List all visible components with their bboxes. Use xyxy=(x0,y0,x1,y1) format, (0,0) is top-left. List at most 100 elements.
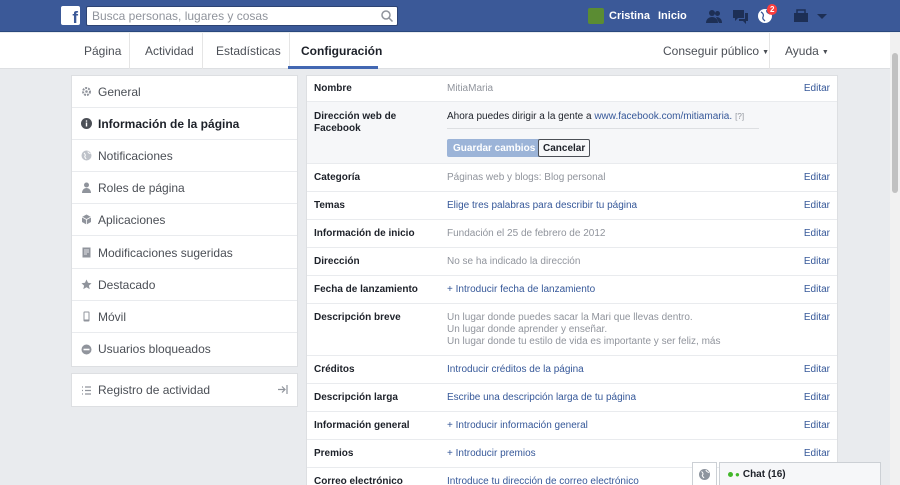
user-name: Cristina xyxy=(609,10,650,22)
tab-divider xyxy=(129,33,130,69)
row-nombre: Nombre MitiaMaria Editar xyxy=(307,76,837,102)
document-icon xyxy=(81,247,92,258)
sidebar-item-notifications[interactable]: Notificaciones xyxy=(72,140,297,172)
sidebar-item-label: Destacado xyxy=(98,277,156,292)
tab-estadisticas[interactable]: Estadísticas xyxy=(216,44,281,58)
search-input[interactable] xyxy=(87,7,372,25)
edit-link[interactable]: Editar xyxy=(804,448,830,459)
edit-link[interactable]: Editar xyxy=(804,172,830,183)
chat-label: Chat (16) xyxy=(742,468,786,480)
home-link[interactable]: Inicio xyxy=(658,10,687,22)
sidebar-item-page-roles[interactable]: Roles de página xyxy=(72,172,297,204)
account-menu-chevron-icon[interactable] xyxy=(813,7,831,25)
edit-link[interactable]: Editar xyxy=(804,83,830,94)
globe-icon xyxy=(699,468,710,480)
edit-link[interactable]: Editar xyxy=(804,312,830,323)
privacy-shortcuts-icon[interactable] xyxy=(792,7,810,25)
sidebar-item-label: Notificaciones xyxy=(98,148,173,163)
field-value: No se ha indicado la dirección xyxy=(447,256,581,267)
field-label: Dirección xyxy=(314,256,360,267)
chat-sidebar-toggle[interactable] xyxy=(692,462,717,485)
save-changes-button[interactable]: Guardar cambios xyxy=(447,139,542,157)
settings-sidebar: General Información de la página Notific… xyxy=(71,75,298,367)
field-value[interactable]: + Introducir fecha de lanzamiento xyxy=(447,284,777,296)
page-info-panel: Nombre MitiaMaria Editar Dirección web d… xyxy=(306,75,838,485)
sidebar-item-general[interactable]: General xyxy=(72,76,297,108)
edit-link[interactable]: Editar xyxy=(804,256,830,267)
row-fecha-lanzamiento: Fecha de lanzamiento + Introducir fecha … xyxy=(307,276,837,304)
active-tab-indicator xyxy=(288,66,378,69)
sidebar-item-apps[interactable]: Aplicaciones xyxy=(72,204,297,236)
field-value[interactable]: Introducir créditos de la página xyxy=(447,364,777,376)
cancel-button[interactable]: Cancelar xyxy=(538,139,591,157)
chat-tab[interactable]: ● Chat (16) xyxy=(719,462,881,485)
sidebar-item-label: Aplicaciones xyxy=(98,212,166,227)
field-label: Dirección web de Facebook xyxy=(314,111,397,134)
cube-icon xyxy=(81,214,92,225)
sidebar-item-label: Información de la página xyxy=(98,116,240,131)
facebook-logo[interactable]: f xyxy=(61,6,80,25)
tab-actividad[interactable]: Actividad xyxy=(145,44,194,58)
caret-down-icon: ▼ xyxy=(821,49,829,56)
facebook-logo-letter: f xyxy=(72,8,78,25)
field-value[interactable]: Escribe una descripción larga de tu pági… xyxy=(447,392,777,404)
field-value: Fundación el 25 de febrero de 2012 xyxy=(447,228,606,239)
tab-pagina[interactable]: Página xyxy=(84,44,121,58)
help-link[interactable]: [?] xyxy=(735,112,744,121)
sidebar-item-activity-log[interactable]: Registro de actividad xyxy=(71,373,298,407)
sidebar-item-blocked-users[interactable]: Usuarios bloqueados xyxy=(72,333,297,365)
top-navigation-bar: f Cristina Inicio 2 xyxy=(0,0,900,32)
edit-link[interactable]: Editar xyxy=(804,200,830,211)
edit-link[interactable]: Editar xyxy=(804,392,830,403)
person-icon: ● xyxy=(735,469,740,479)
tab-divider xyxy=(289,33,290,69)
description-line: Un lugar donde aprender y enseñar. xyxy=(447,324,608,335)
field-label: Información general xyxy=(314,420,410,431)
page-url-link[interactable]: www.facebook.com/mitiamaria. xyxy=(594,111,732,122)
field-label: Categoría xyxy=(314,172,361,183)
caret-down-icon: ▼ xyxy=(762,49,769,56)
field-label: Descripción breve xyxy=(314,312,401,323)
sidebar-item-label: General xyxy=(98,84,141,99)
mobile-icon xyxy=(81,311,92,322)
field-label: Correo electrónico xyxy=(314,476,403,485)
list-icon xyxy=(81,385,92,396)
field-value: Páginas web y blogs: Blog personal xyxy=(447,172,606,183)
description-line: Un lugar donde tu estilo de vida es impo… xyxy=(447,336,721,347)
edit-link[interactable]: Editar xyxy=(804,228,830,239)
profile-link[interactable]: Cristina xyxy=(588,8,650,24)
messages-icon[interactable] xyxy=(731,7,749,25)
tab-divider xyxy=(769,33,770,69)
edit-link[interactable]: Editar xyxy=(804,284,830,295)
field-label: Descripción larga xyxy=(314,392,398,403)
edit-link[interactable]: Editar xyxy=(804,364,830,375)
row-descripcion-breve: Descripción breve Un lugar donde puedes … xyxy=(307,304,837,356)
field-value: Ahora puedes dirigir a la gente a www.fa… xyxy=(447,111,777,123)
field-label: Nombre xyxy=(314,83,352,94)
field-value: MitiaMaria xyxy=(447,83,494,94)
field-label: Premios xyxy=(314,448,354,459)
sidebar-item-featured[interactable]: Destacado xyxy=(72,269,297,301)
row-informacion-inicio: Información de inicio Fundación el 25 de… xyxy=(307,220,837,248)
avatar xyxy=(588,8,604,24)
scrollbar-thumb[interactable] xyxy=(892,53,898,193)
field-value[interactable]: Elige tres palabras para describir tu pá… xyxy=(447,200,777,212)
notification-badge: 2 xyxy=(767,4,778,15)
sidebar-item-label: Móvil xyxy=(98,309,127,324)
page-scrollbar[interactable] xyxy=(890,33,900,485)
tab-configuracion[interactable]: Configuración xyxy=(301,44,382,58)
field-value[interactable]: + Introducir premios xyxy=(447,448,777,460)
sidebar-item-mobile[interactable]: Móvil xyxy=(72,301,297,333)
sidebar-item-page-info[interactable]: Información de la página xyxy=(72,108,297,140)
help-label: Ayuda xyxy=(785,44,819,58)
friend-requests-icon[interactable] xyxy=(705,7,723,25)
edit-link[interactable]: Editar xyxy=(804,420,830,431)
row-direccion-web: Dirección web de Facebook Ahora puedes d… xyxy=(307,102,837,164)
sidebar-item-suggested-edits[interactable]: Modificaciones sugeridas xyxy=(72,237,297,269)
help-menu[interactable]: Ayuda ▼ xyxy=(785,44,829,58)
field-value[interactable]: + Introducir información general xyxy=(447,420,777,432)
url-prefix-text: Ahora puedes dirigir a la gente a xyxy=(447,111,595,122)
open-arrow-icon xyxy=(278,385,288,394)
search-icon[interactable] xyxy=(380,9,394,23)
promote-menu[interactable]: Conseguir público ▼ xyxy=(663,44,769,58)
